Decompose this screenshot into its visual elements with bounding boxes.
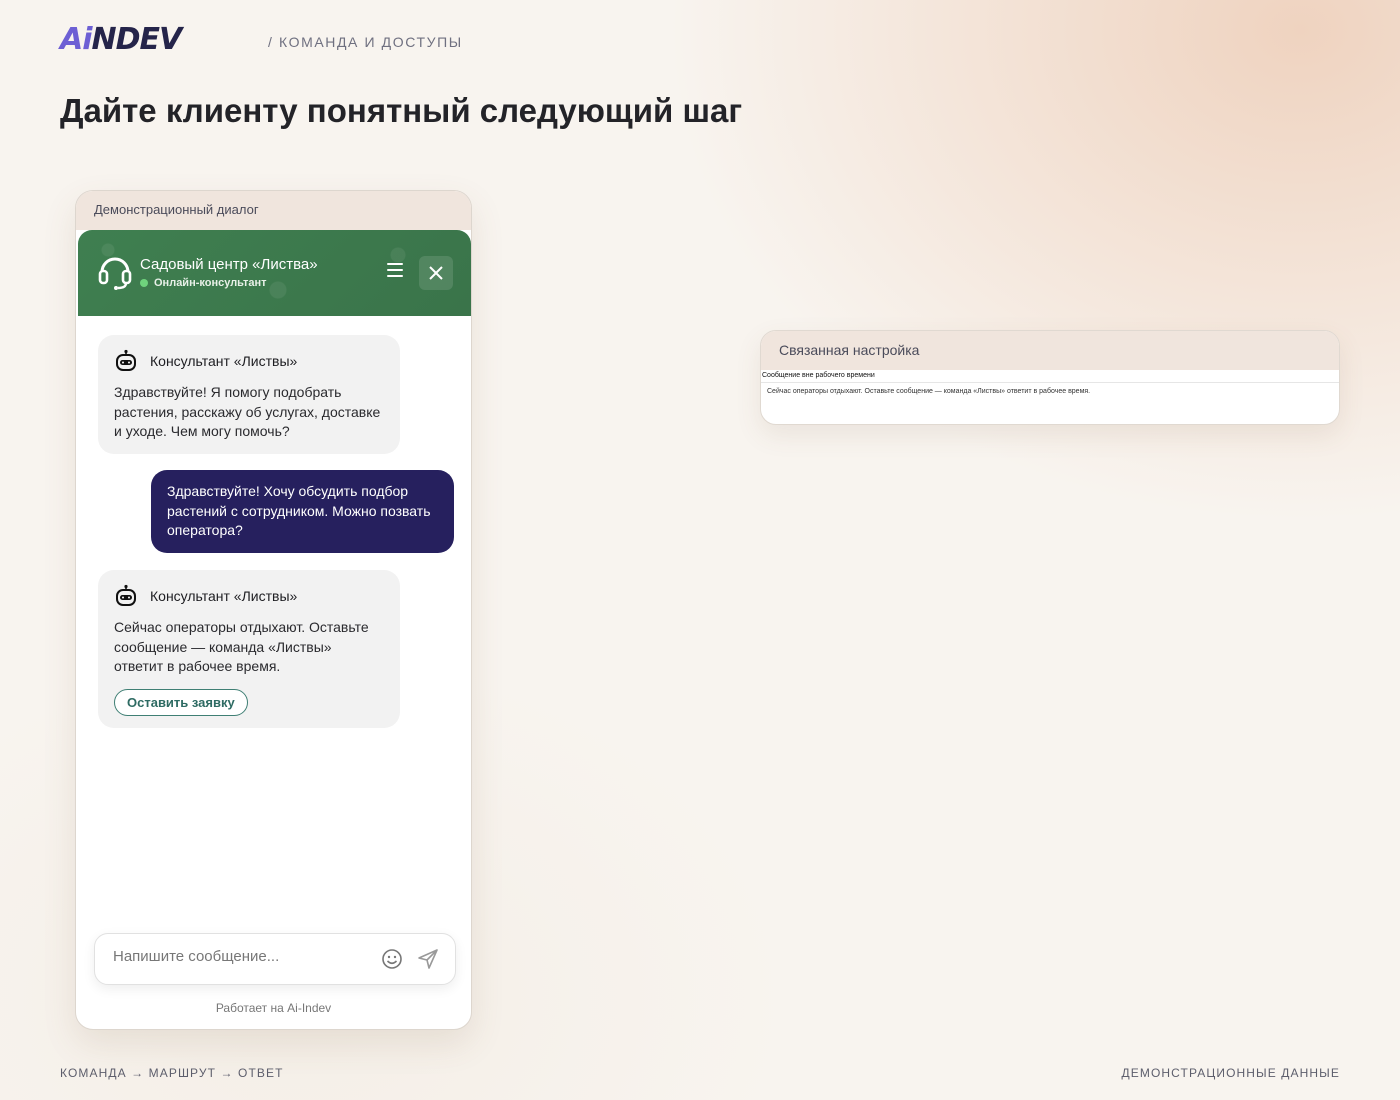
robot-icon [116, 584, 136, 606]
menu-icon[interactable] [387, 263, 403, 277]
settings-field-label: Сообщение вне рабочего времени [761, 370, 1339, 383]
shop-status: Онлайн-консультант [140, 277, 267, 289]
settings-field-value[interactable]: Сейчас операторы отдыхают. Оставьте сооб… [761, 383, 1339, 400]
powered-by: Работает на Ai-Indev [215, 1001, 332, 1015]
demo-dialog-panel: Демонстрационный диалог Садовый центр «Л… [75, 190, 472, 1030]
online-dot-icon [140, 279, 148, 287]
close-icon [429, 266, 443, 280]
logo-rest: NDEV [91, 22, 183, 57]
emoji-icon[interactable] [381, 948, 403, 970]
settings-panel-title: Связанная настройка [761, 331, 1339, 370]
footer-demo-note: ДЕМОНСТРАЦИОННЫЕ ДАННЫЕ [1121, 1066, 1340, 1080]
demo-panel-title: Демонстрационный диалог [76, 191, 471, 230]
shop-name: Садовый центр «Листва» [140, 256, 318, 273]
robot-icon [116, 349, 136, 371]
related-settings-panel: Связанная настройка Сообщение вне рабоче… [760, 330, 1340, 425]
bot-message-text: Здравствуйте! Я помогу подобрать растени… [114, 384, 381, 439]
footer-flow: КОМАНДА → МАРШРУТ → ОТВЕТ [60, 1066, 284, 1080]
leave-request-button[interactable]: Оставить заявку [114, 688, 248, 716]
send-icon[interactable] [417, 948, 439, 970]
breadcrumb: / КОМАНДА И ДОСТУПЫ [268, 34, 463, 50]
chat-header: Садовый центр «Листва» Онлайн-консультан… [78, 230, 471, 316]
bot-message-2: Консультант «Листвы» Сейчас операторы от… [98, 570, 400, 728]
page-title: Дайте клиенту понятный следующий шаг [60, 92, 743, 129]
bot-name: Консультант «Листвы» [150, 353, 298, 369]
message-composer [94, 933, 456, 985]
message-list[interactable]: Консультант «Листвы» Здравствуйте! Я пом… [78, 316, 471, 924]
bot-message-1: Консультант «Листвы» Здравствуйте! Я пом… [98, 335, 400, 454]
headset-icon [98, 257, 132, 290]
bot-name: Консультант «Листвы» [150, 588, 298, 604]
message-input[interactable] [113, 948, 363, 965]
close-button[interactable] [419, 256, 453, 290]
shop-status-label: Онлайн-консультант [154, 277, 267, 289]
user-message: Здравствуйте! Хочу обсудить подбор расте… [151, 470, 454, 553]
logo-ai: Ai [60, 22, 93, 57]
logo[interactable]: AiNDEV [60, 25, 182, 55]
bot-message-text: Сейчас операторы отдыхают. Оставьте сооб… [114, 619, 369, 674]
